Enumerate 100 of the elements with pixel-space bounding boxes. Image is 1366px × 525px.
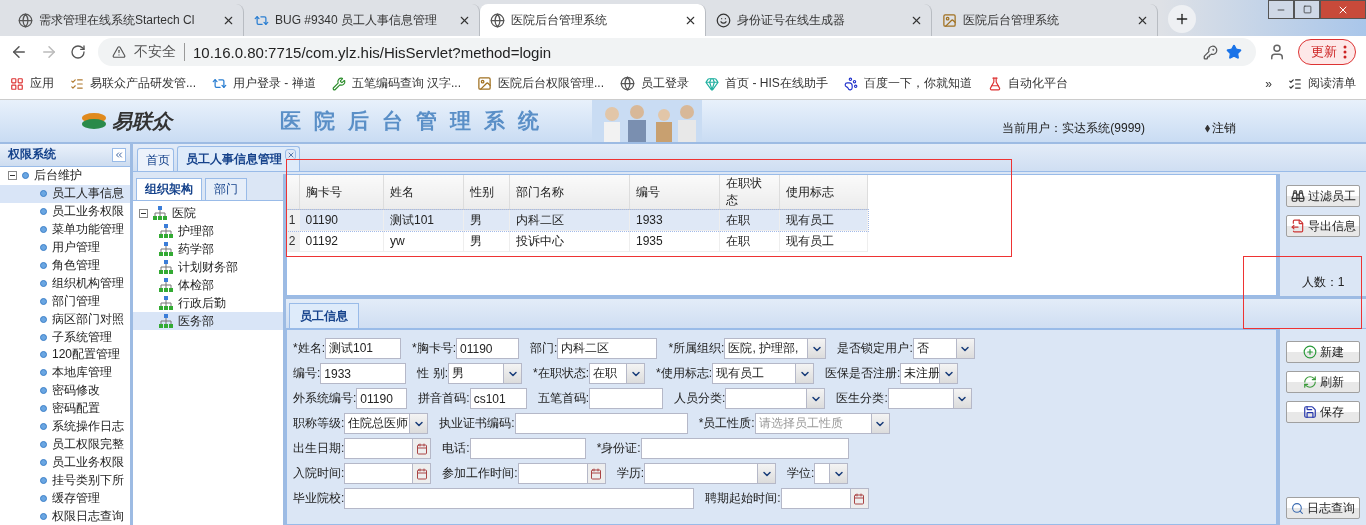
field-label: 医保是否注册:	[825, 365, 901, 382]
text-field[interactable]: 01190	[456, 338, 520, 359]
text-field[interactable]: 1933	[320, 363, 407, 384]
log-query-button[interactable]: 日志查询	[1286, 497, 1360, 519]
bookmark[interactable]: 百度一下，你就知道	[843, 75, 972, 92]
tree-item[interactable]: 后台维护	[34, 167, 82, 185]
text-field[interactable]: 01190	[356, 388, 408, 409]
select-field[interactable]	[725, 388, 826, 409]
action-button[interactable]: 过滤员工	[1286, 185, 1360, 207]
menu-item[interactable]: 员工业务权限	[0, 202, 130, 221]
select-field[interactable]: 否	[912, 338, 975, 359]
text-field[interactable]	[469, 438, 586, 459]
collapse-button[interactable]	[112, 147, 126, 162]
text-field[interactable]	[589, 388, 664, 409]
profile-icon[interactable]	[1268, 43, 1286, 61]
logout-link[interactable]: 注销	[1205, 120, 1236, 137]
text-field[interactable]	[640, 438, 849, 459]
action-button[interactable]: 新建	[1286, 341, 1360, 363]
bookmark[interactable]: 医院后台权限管理...	[477, 75, 605, 92]
bookmark[interactable]: 五笔编码查询 汉字...	[331, 75, 462, 92]
tree-item[interactable]: 计划财务部	[133, 258, 283, 276]
text-field[interactable]: 测试101	[325, 338, 401, 359]
table-row[interactable]: 2 01192 yw 男 投诉中心 1935 在职 现有员工	[287, 230, 868, 252]
key-icon[interactable]	[1203, 44, 1218, 60]
select-field[interactable]	[887, 388, 972, 409]
bookmark[interactable]: 首页 - HIS在线助手	[705, 75, 828, 92]
restore-button[interactable]	[1294, 0, 1320, 19]
tree-item[interactable]: 药学部	[133, 240, 283, 258]
page-tab[interactable]: 首页	[137, 148, 174, 171]
menu-item[interactable]: 密码配置	[0, 399, 130, 418]
logo-text: 易联众	[112, 108, 172, 134]
field-label: 毕业院校:	[293, 490, 345, 507]
tree-item[interactable]: 医务部	[133, 312, 283, 330]
forward-icon[interactable]	[40, 43, 58, 61]
text-field[interactable]	[514, 413, 688, 434]
minimize-button[interactable]	[1268, 0, 1294, 19]
date-field[interactable]	[344, 463, 432, 484]
address-bar[interactable]: 不安全 10.16.0.80:7715/com.ylz.his/HisServlet?method=login	[98, 38, 1256, 66]
menu-item[interactable]: 子系统管理	[0, 328, 130, 346]
bookmark[interactable]: 易联众产品研发管...	[70, 75, 196, 92]
date-field[interactable]	[344, 438, 432, 459]
menu-item[interactable]: 缓存管理	[0, 489, 130, 508]
menu-item[interactable]: 权限日志查询	[0, 507, 130, 525]
reload-icon[interactable]	[70, 44, 86, 60]
menu-item[interactable]: 系统操作日志	[0, 417, 130, 436]
chevrons-left-icon	[114, 149, 124, 160]
wrench-icon	[331, 76, 346, 91]
menu-item[interactable]: 员工人事信息	[0, 184, 130, 203]
select-field[interactable]: 在职	[589, 363, 646, 384]
menu-item[interactable]: 部门管理	[0, 292, 130, 311]
new-tab-button[interactable]	[1168, 5, 1196, 33]
tree-item[interactable]: 行政后勤	[133, 294, 283, 312]
select-field[interactable]: 现有员工	[712, 363, 815, 384]
date-field[interactable]	[780, 488, 869, 509]
menu-item[interactable]: 员工权限完整	[0, 435, 130, 454]
tree-item[interactable]: 护理部	[133, 222, 283, 240]
select-field[interactable]: 男	[448, 363, 522, 384]
menu-item[interactable]: 用户管理	[0, 238, 130, 257]
select-field[interactable]: 医院, 护理部,	[724, 338, 827, 359]
menu-item[interactable]: 员工业务权限	[0, 453, 130, 472]
back-icon[interactable]	[10, 43, 28, 61]
menu-item[interactable]: 120配置管理	[0, 345, 130, 364]
select-field[interactable]	[814, 463, 849, 484]
menu-item[interactable]: 病区部门对照	[0, 310, 130, 329]
menu-item[interactable]: 本地库管理	[0, 363, 130, 382]
action-button[interactable]: 刷新	[1286, 371, 1360, 393]
text-field[interactable]	[344, 488, 695, 509]
browser-tab[interactable]: 医院后台管理系统	[480, 4, 706, 36]
page-tab[interactable]: 员工人事信息管理	[177, 146, 300, 171]
table-row[interactable]: 1 01190 测试101 男 内科二区 1933 在职 现有员工	[287, 209, 868, 231]
text-field[interactable]: cs101	[469, 388, 527, 409]
date-field[interactable]	[517, 463, 606, 484]
select-field[interactable]	[644, 463, 777, 484]
action-button[interactable]: 保存	[1286, 401, 1360, 423]
menu-item[interactable]: 角色管理	[0, 256, 130, 275]
bookmark[interactable]: 应用	[10, 75, 54, 92]
star-icon[interactable]	[1226, 44, 1242, 60]
reading-list[interactable]: 阅读清单	[1288, 75, 1356, 92]
bookmark[interactable]: 用户登录 - 禅道	[212, 75, 316, 92]
apps-icon	[10, 76, 24, 91]
more-bookmarks[interactable]: »	[1265, 76, 1272, 91]
panel-tab[interactable]: 员工信息	[289, 303, 359, 328]
menu-item[interactable]: 组织机构管理	[0, 274, 130, 293]
action-button[interactable]: 导出信息	[1286, 215, 1360, 237]
menu-item[interactable]: 挂号类别下所	[0, 471, 130, 490]
collapse-toggle-icon[interactable]	[8, 171, 17, 181]
select-field[interactable]: 未注册	[900, 363, 959, 384]
panel-tab[interactable]: 组织架构	[136, 178, 202, 200]
tree-item[interactable]: 体检部	[133, 276, 283, 294]
list-icon	[1288, 76, 1302, 91]
bookmark[interactable]: 员工登录	[620, 75, 690, 92]
bookmark[interactable]: 自动化平台	[987, 75, 1068, 92]
menu-item[interactable]: 密码修改	[0, 381, 130, 400]
collapse-toggle-icon[interactable]	[139, 208, 148, 218]
text-field[interactable]: 内科二区	[557, 338, 658, 359]
tree-item[interactable]: 医院	[172, 204, 196, 222]
panel-tab[interactable]: 部门	[205, 178, 247, 200]
select-field[interactable]: 住院总医师	[344, 413, 429, 434]
update-button[interactable]: 更新	[1298, 39, 1356, 65]
menu-item[interactable]: 菜单功能管理	[0, 220, 130, 239]
